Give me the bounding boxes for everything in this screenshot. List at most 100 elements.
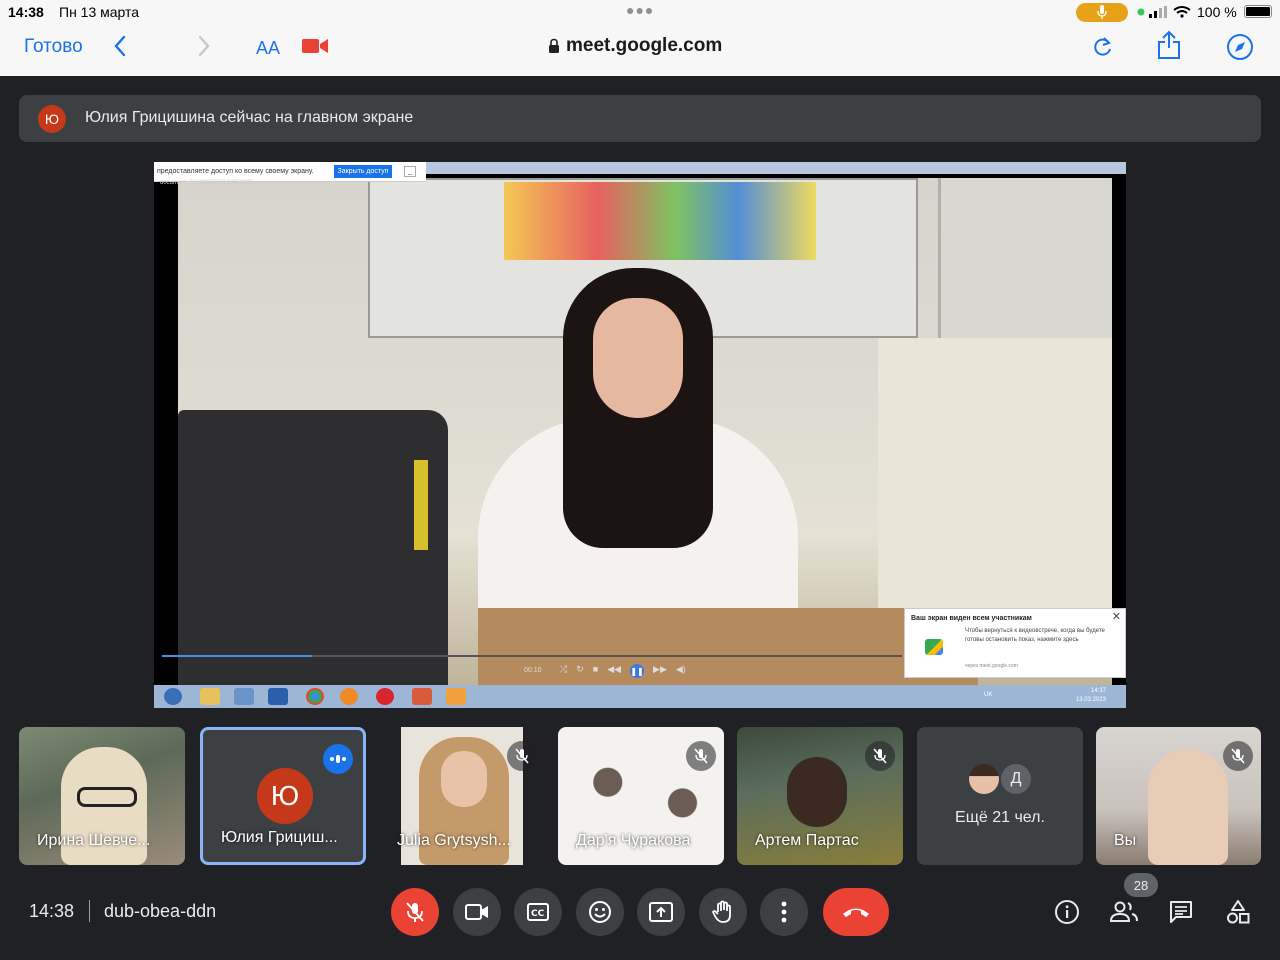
- participants-button[interactable]: [1108, 896, 1140, 928]
- next-icon[interactable]: ▶▶: [653, 664, 667, 678]
- text-size-button[interactable]: AA: [256, 38, 280, 59]
- presenter-notice-text: Юлия Грицишина сейчас на главном экране: [85, 109, 414, 126]
- participant-video: [787, 757, 847, 827]
- raise-hand-button[interactable]: [699, 888, 747, 936]
- activities-button[interactable]: [1222, 896, 1254, 928]
- captions-icon: CC: [527, 903, 549, 921]
- mic-off-icon: [507, 741, 537, 771]
- computer-monitor: [178, 410, 448, 687]
- powerpoint-icon[interactable]: [412, 688, 432, 705]
- shuffle-icon[interactable]: ⤮: [560, 664, 567, 678]
- done-button[interactable]: Готово: [24, 36, 83, 58]
- window-title-bar: [426, 162, 1126, 174]
- explorer-icon[interactable]: [200, 688, 220, 705]
- svg-text:CC: CC: [531, 909, 545, 919]
- popup-via: через meet.google.com: [965, 663, 1018, 669]
- shared-screen[interactable]: предоставляете доступ ко всему своему эк…: [154, 162, 1126, 708]
- screen-share-popup[interactable]: Ваш экран виден всем участникам Чтобы ве…: [904, 608, 1126, 678]
- reload-icon[interactable]: [1092, 34, 1114, 63]
- taskbar-date: 13.03.2023: [1075, 697, 1106, 703]
- taskbar-time: 14:37: [1090, 688, 1106, 694]
- forward-chevron-icon[interactable]: [196, 34, 212, 63]
- participant-name: Дар'я Чуракова: [576, 832, 691, 849]
- chat-button[interactable]: [1165, 896, 1197, 928]
- chat-icon: [1170, 901, 1192, 923]
- stop-icon[interactable]: ■: [593, 664, 598, 678]
- url-text: meet.google.com: [566, 35, 723, 56]
- participant-name: Ирина Шевче...: [37, 832, 151, 849]
- previous-icon[interactable]: ◀◀: [607, 664, 621, 678]
- participant-tile[interactable]: Ирина Шевче...: [19, 727, 185, 865]
- popup-body: Чтобы вернуться к видеовстрече, когда вы…: [965, 628, 1105, 643]
- shapes-icon: [1227, 900, 1250, 924]
- participant-tile[interactable]: Julia Grytsysh...: [379, 727, 545, 865]
- participant-name: Вы: [1114, 832, 1137, 849]
- meeting-info-button[interactable]: [1051, 896, 1083, 928]
- presenter-notice: Ю Юлия Грицишина сейчас на главном экран…: [19, 95, 1261, 142]
- info-icon: [1055, 900, 1079, 924]
- opera-icon[interactable]: [376, 688, 394, 705]
- camera-toggle-button[interactable]: [453, 888, 501, 936]
- status-date: Пн 13 марта: [59, 4, 140, 20]
- participant-avatar: Д: [1001, 764, 1031, 794]
- app-icon[interactable]: [234, 688, 254, 705]
- share-icon[interactable]: [1156, 30, 1182, 65]
- lock-icon: [549, 38, 559, 53]
- google-meet-logo: [925, 639, 943, 655]
- windows-taskbar: UK 14:37 13.03.2023: [154, 685, 1126, 708]
- pause-icon[interactable]: ❚❚: [630, 664, 645, 678]
- meeting-code: dub-obea-ddn: [104, 901, 217, 921]
- wall: [878, 338, 1112, 638]
- more-participants-label: Ещё 21 чел.: [955, 809, 1045, 826]
- share-bar-text: предоставляете доступ ко всему своему эк…: [157, 168, 314, 175]
- projected-image: [504, 182, 816, 260]
- mic-toggle-button[interactable]: [391, 888, 439, 936]
- chrome-icon[interactable]: [306, 688, 324, 705]
- status-time: 14:38: [8, 4, 44, 20]
- participant-tile[interactable]: Ю Юлия Грициш...: [200, 727, 366, 865]
- people-icon: [1109, 901, 1138, 922]
- divider: [89, 900, 90, 922]
- captions-button[interactable]: CC: [514, 888, 562, 936]
- compass-icon[interactable]: [1226, 33, 1254, 66]
- participant-tile-self[interactable]: Вы: [1096, 727, 1261, 865]
- glasses: [77, 787, 137, 807]
- firefox-icon[interactable]: [340, 688, 358, 705]
- repeat-icon[interactable]: ↻: [576, 664, 584, 678]
- camera-icon: [465, 904, 488, 920]
- word-icon[interactable]: [268, 688, 288, 705]
- browser-toolbar: 14:38 Пн 13 марта ●●● 100 % Готово AA me…: [0, 0, 1280, 76]
- participant-tile[interactable]: Дар'я Чуракова: [558, 727, 724, 865]
- microphone-in-use-icon: [1076, 3, 1128, 22]
- mic-off-icon: [865, 741, 895, 771]
- back-chevron-icon[interactable]: [112, 34, 128, 63]
- leave-call-button[interactable]: [823, 888, 889, 936]
- more-participants-tile[interactable]: Д Ещё 21 чел.: [917, 727, 1083, 865]
- address-bar[interactable]: meet.google.com: [548, 35, 722, 57]
- volume-icon[interactable]: ◀): [676, 664, 686, 678]
- more-vert-icon: [781, 901, 787, 923]
- multitasking-dots-icon[interactable]: ●●●: [626, 2, 654, 18]
- seek-bar[interactable]: [162, 655, 902, 657]
- participant-tile[interactable]: Артем Партас: [737, 727, 903, 865]
- mic-off-icon: [406, 902, 424, 922]
- hand-icon: [712, 900, 731, 923]
- present-icon: [649, 902, 673, 922]
- player-buttons: ⤮ ↻ ■ ◀◀ ❚❚ ▶▶ ◀): [560, 664, 686, 678]
- screen-share-bar: предоставляете доступ ко всему своему эк…: [154, 162, 426, 182]
- close-icon[interactable]: ✕: [1112, 610, 1121, 623]
- meeting-time: 14:38: [29, 901, 75, 921]
- stop-sharing-button[interactable]: Закрыть доступ: [334, 165, 392, 178]
- more-options-button[interactable]: [760, 888, 808, 936]
- reactions-button[interactable]: [576, 888, 624, 936]
- camera-recording-icon[interactable]: [302, 37, 328, 60]
- mic-off-icon: [686, 741, 716, 771]
- minimize-icon[interactable]: _: [404, 166, 416, 177]
- classroom-board-right: [938, 178, 1112, 338]
- keyboard-language[interactable]: UK: [984, 692, 992, 698]
- face: [593, 298, 683, 418]
- start-icon[interactable]: [164, 688, 182, 705]
- media-player-icon[interactable]: [446, 688, 466, 705]
- present-screen-button[interactable]: [637, 888, 685, 936]
- participant-avatar-photo: [969, 764, 999, 794]
